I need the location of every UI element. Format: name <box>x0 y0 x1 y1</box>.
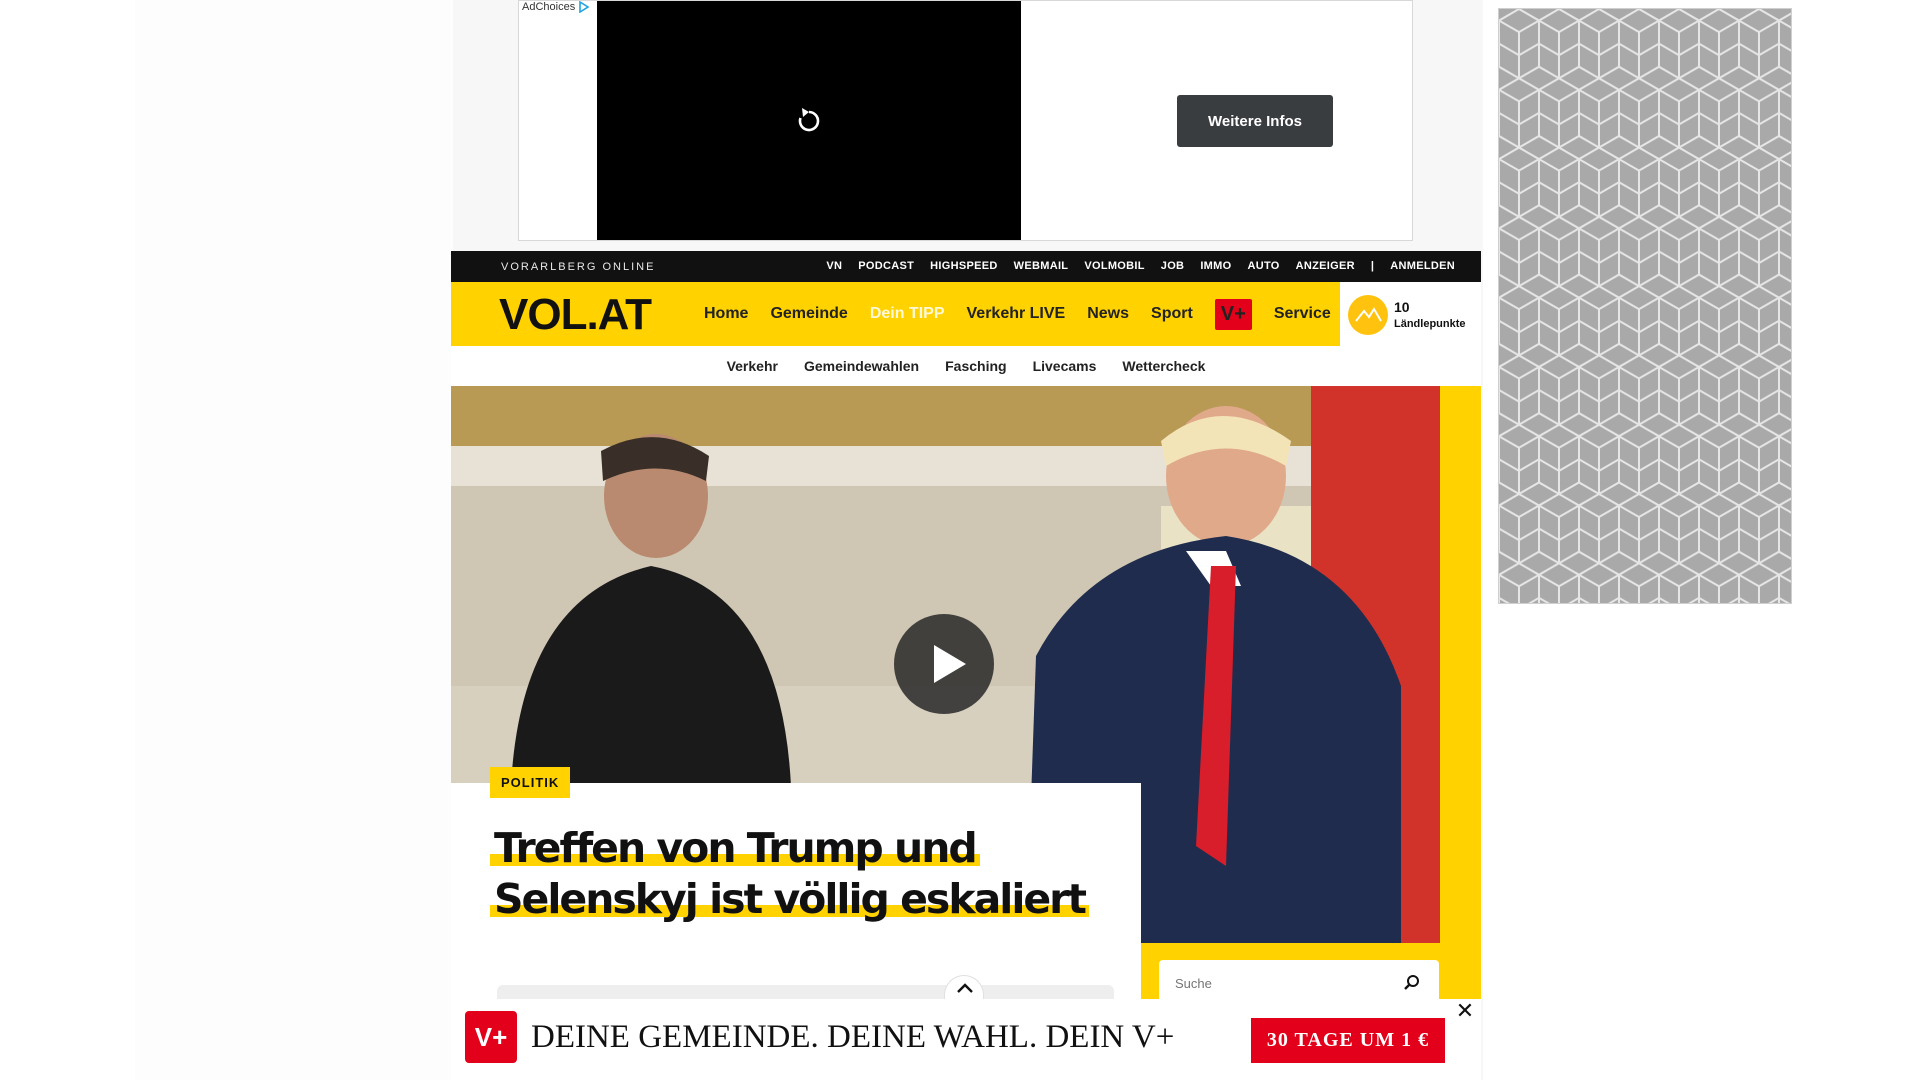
play-button[interactable] <box>894 614 994 714</box>
network-separator: | <box>1370 260 1375 272</box>
adchoices-icon <box>579 1 590 13</box>
mountain-icon <box>1348 295 1388 335</box>
network-links: VN PODCAST HIGHSPEED WEBMAIL VOLMOBIL JO… <box>826 260 1455 272</box>
network-link-immo[interactable]: IMMO <box>1200 260 1231 272</box>
network-brand: VORARLBERG ONLINE <box>501 261 656 273</box>
subnav-item-livecams[interactable]: Livecams <box>1033 358 1097 374</box>
hero-side-accent <box>1440 386 1481 943</box>
nav-item-news[interactable]: News <box>1087 305 1129 323</box>
promo-cta-button[interactable]: 30 TAGE UM 1 € <box>1251 1018 1445 1063</box>
left-gutter <box>135 0 453 1080</box>
search-box <box>1159 960 1439 1000</box>
search-icon[interactable] <box>1403 974 1421 992</box>
nav-item-dein-tipp[interactable]: Dein TIPP <box>870 305 945 323</box>
play-icon <box>934 645 966 683</box>
collapse-toggle[interactable] <box>944 975 984 1001</box>
subnav-item-gemeindewahlen[interactable]: Gemeindewahlen <box>804 358 919 374</box>
side-banner-ad[interactable] <box>1498 8 1792 604</box>
main-nav-items: Home Gemeinde Dein TIPP Verkehr LIVE New… <box>704 282 1331 346</box>
network-link-podcast[interactable]: PODCAST <box>858 260 914 272</box>
promo-text: DEINE GEMEINDE. DEINE WAHL. DEIN V+ <box>531 1019 1175 1055</box>
network-link-job[interactable]: JOB <box>1161 260 1185 272</box>
main-navbar: VOL.AT Home Gemeinde Dein TIPP Verkehr L… <box>451 282 1340 346</box>
top-network-bar: VORARLBERG ONLINE VN PODCAST HIGHSPEED W… <box>451 251 1481 282</box>
nav-item-sport[interactable]: Sport <box>1151 305 1193 323</box>
nav-item-home[interactable]: Home <box>704 305 748 323</box>
network-link-auto[interactable]: AUTO <box>1247 260 1279 272</box>
sub-navbar: Verkehr Gemeindewahlen Fasching Livecams… <box>451 346 1481 386</box>
subnav-item-fasching[interactable]: Fasching <box>945 358 1006 374</box>
category-tag[interactable]: POLITIK <box>490 767 571 798</box>
headline-line-1: Treffen von Trump und <box>490 824 980 872</box>
nav-item-verkehr-live[interactable]: Verkehr LIVE <box>967 305 1066 323</box>
network-link-highspeed[interactable]: HIGHSPEED <box>930 260 998 272</box>
headline-line-2: Selenskyj ist völlig eskaliert <box>490 875 1089 923</box>
network-link-webmail[interactable]: WEBMAIL <box>1014 260 1069 272</box>
card-drawer-bar <box>497 985 1114 999</box>
site-logo[interactable]: VOL.AT <box>499 290 652 340</box>
nav-item-gemeinde[interactable]: Gemeinde <box>770 305 847 323</box>
adchoices-label: AdChoices <box>522 1 576 13</box>
cube-pattern <box>1499 9 1791 603</box>
subnav-item-verkehr[interactable]: Verkehr <box>727 358 778 374</box>
close-icon[interactable]: ✕ <box>1453 999 1477 1023</box>
network-link-anzeiger[interactable]: ANZEIGER <box>1296 260 1355 272</box>
network-link-volmobil[interactable]: VOLMOBIL <box>1084 260 1144 272</box>
article-headline[interactable]: Treffen von Trump und Selenskyj ist völl… <box>490 823 1090 925</box>
subnav-item-wettercheck[interactable]: Wettercheck <box>1122 358 1205 374</box>
vplus-promo-banner[interactable]: V+ DEINE GEMEINDE. DEINE WAHL. DEIN V+ 3… <box>451 999 1481 1080</box>
points-value: 10 <box>1394 299 1410 315</box>
ad-more-info-button[interactable]: Weitere Infos <box>1177 95 1333 147</box>
nav-item-service[interactable]: Service <box>1274 305 1331 323</box>
points-label: Ländlepunkte <box>1394 318 1466 330</box>
search-input[interactable] <box>1175 976 1375 991</box>
vplus-logo: V+ <box>465 1011 517 1063</box>
login-link[interactable]: ANMELDEN <box>1390 260 1455 272</box>
adchoices-link[interactable]: AdChoices <box>522 1 590 13</box>
network-link-vn[interactable]: VN <box>826 260 842 272</box>
replay-icon[interactable] <box>793 105 825 137</box>
nav-item-vplus[interactable]: V+ <box>1214 298 1252 330</box>
ad-video-player[interactable] <box>597 1 1021 240</box>
laendlepunkte-widget[interactable]: 10 Ländlepunkte <box>1340 282 1481 346</box>
